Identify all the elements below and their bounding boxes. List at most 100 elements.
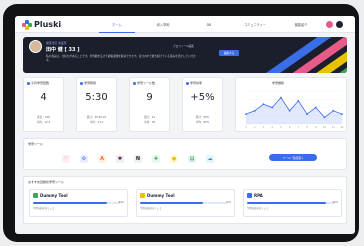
- learning-trend-chart: 学習推移 1 2 3 4 5 6 7 8 9 10 11 12: [235, 77, 347, 132]
- recommendation-card[interactable]: Dummy Tool 72% 学習を始めましょう: [136, 189, 235, 217]
- progress-bar: [33, 202, 121, 204]
- tool-icon: [140, 193, 145, 198]
- sheets-icon[interactable]: ▤: [188, 155, 196, 163]
- recommendations-title: おすすめ自動化学習ツール: [28, 180, 65, 184]
- tablet-bezel: Pluski ホーム 導入事例 DB コミュニティー 機能紹介 関東支店 営業部…: [3, 4, 359, 242]
- logo[interactable]: Pluski: [22, 19, 61, 30]
- tool-icon: [247, 193, 252, 198]
- stat-total: 累計：38:50:22: [86, 116, 107, 119]
- slack-icon[interactable]: ✱: [116, 155, 124, 163]
- recommendations-section: おすすめ自動化学習ツール Dummy Tool 84% 学習を始めましょう Du…: [23, 176, 347, 224]
- x-tick-label: 3: [263, 126, 265, 129]
- user-menu-icon[interactable]: [336, 21, 343, 28]
- x-tick-label: 9: [315, 126, 317, 129]
- stat-title: 学習ツール数: [137, 81, 156, 85]
- x-tick-label: 8: [306, 126, 308, 129]
- progress-fill: [247, 202, 327, 204]
- stat-average: 平均：89%: [195, 121, 210, 124]
- avatar[interactable]: [29, 40, 42, 53]
- x-tick-label: 11: [332, 126, 336, 129]
- data-point: [314, 106, 317, 109]
- heart-icon[interactable]: ♡: [62, 155, 70, 163]
- data-point: [253, 109, 256, 112]
- x-tick-label: 12: [340, 126, 344, 129]
- tool-list-button[interactable]: ツール一覧画面へ: [269, 154, 317, 161]
- progress-fill: [33, 202, 107, 204]
- profile-subtitle: 関東支店 営業部: [46, 41, 67, 45]
- tool-description: 学習を始めましょう: [33, 207, 55, 210]
- data-point: [280, 96, 282, 99]
- tools-section: 学習ツール ♡ ⚙ A ✱ N ✚ ● ▤ ☁ ツール一覧画面へ: [23, 138, 347, 170]
- top-bar: Pluski ホーム 導入事例 DB コミュニティー 機能紹介: [15, 16, 355, 33]
- stat-average: 平均：2:11: [89, 121, 104, 124]
- recommendation-card[interactable]: RPA 90% 学習を始めましょう: [243, 189, 342, 217]
- stat-total: 累計：24: [143, 116, 156, 119]
- notification-icon[interactable]: [326, 21, 333, 28]
- stat-card-efficiency: 学習効率 +5% 累計：68% 平均：89%: [182, 77, 223, 132]
- x-tick-label: 2: [254, 126, 256, 129]
- tool-description: 学習を始めましょう: [140, 207, 162, 210]
- stat-total: 累計：248: [37, 116, 50, 119]
- puzzle-icon[interactable]: ✚: [152, 155, 160, 163]
- tools-icon: [133, 81, 136, 85]
- tool-name: Dummy Tool: [147, 193, 175, 198]
- progress-fill: [140, 202, 204, 204]
- trend-icon: [186, 81, 189, 85]
- data-point: [262, 103, 265, 106]
- x-tick-label: 5: [280, 126, 282, 129]
- stat-title: 学習時間: [84, 81, 97, 85]
- stat-card-time: 学習時間 5:30 累計：38:50:22 平均：2:11: [76, 77, 117, 132]
- progress-bar: [247, 202, 335, 204]
- tool-description: 学習を始めましょう: [247, 207, 269, 210]
- data-point: [323, 116, 326, 119]
- nav-item-features[interactable]: 機能紹介: [283, 16, 319, 33]
- profile-edit-link[interactable]: プロフィール編集: [173, 44, 194, 48]
- x-tick-label: 10: [323, 126, 327, 129]
- stat-value: 4: [40, 92, 47, 103]
- nav-item-db[interactable]: DB: [191, 16, 227, 33]
- profile-name: 田中 健 [ 33 ]: [46, 47, 80, 53]
- nav-item-home[interactable]: ホーム: [99, 16, 135, 33]
- mailchimp-icon[interactable]: ●: [170, 155, 178, 163]
- stat-total: 累計：68%: [195, 116, 210, 119]
- progress-percent: 90%: [332, 201, 338, 204]
- nav-item-cases[interactable]: 導入事例: [145, 16, 181, 33]
- app-name: Pluski: [34, 20, 62, 29]
- stat-card-sessions: 今月学習回数 4 累計：248 平均：12.2: [23, 77, 64, 132]
- stat-value: 5:30: [85, 92, 108, 103]
- salesforce-icon[interactable]: ☁: [206, 155, 214, 163]
- data-point: [271, 106, 274, 109]
- stat-value: 9: [146, 92, 153, 103]
- progress-percent: 72%: [225, 201, 231, 204]
- profile-banner: 関東支店 営業部 田中 健 [ 33 ] 私の強みは、分析力があることです。世界…: [23, 37, 347, 73]
- stat-title: 学習効率: [190, 81, 203, 85]
- x-tick-label: 4: [271, 126, 273, 129]
- calendar-icon: [27, 81, 30, 85]
- data-point: [288, 109, 291, 112]
- progress-bar: [140, 202, 228, 204]
- stat-value: +5%: [190, 92, 215, 103]
- stat-average: 平均：38: [143, 121, 156, 124]
- x-tick-label: 6: [289, 126, 291, 129]
- data-point: [297, 100, 300, 102]
- x-tick-label: 1: [245, 126, 247, 129]
- profile-action-button[interactable]: 編集する: [219, 50, 239, 56]
- x-tick-label: 7: [298, 126, 300, 129]
- a-letter-icon[interactable]: A: [98, 155, 106, 163]
- recommendation-card[interactable]: Dummy Tool 84% 学習を始めましょう: [29, 189, 128, 217]
- gear-icon[interactable]: ⚙: [80, 155, 88, 163]
- trend-chart-svg: 1 2 3 4 5 6 7 8 9 10 11 12: [245, 90, 344, 129]
- tool-name: Dummy Tool: [40, 193, 68, 198]
- logo-mark-icon: [22, 19, 32, 30]
- app-screen: Pluski ホーム 導入事例 DB コミュニティー 機能紹介 関東支店 営業部…: [15, 16, 355, 234]
- data-point: [245, 113, 247, 115]
- profile-message: 私の強みは、分析力があることです。世界観を広げて顧客課題を解決できます。自分の中…: [46, 55, 196, 62]
- series-area: [246, 97, 342, 124]
- stat-average: 平均：12.2: [36, 121, 51, 124]
- tool-name: RPA: [254, 193, 263, 198]
- notion-icon[interactable]: N: [134, 155, 142, 163]
- data-point: [306, 113, 308, 115]
- stat-title: 今月学習回数: [31, 81, 50, 85]
- data-point: [341, 113, 343, 115]
- nav-item-community[interactable]: コミュニティー: [237, 16, 273, 33]
